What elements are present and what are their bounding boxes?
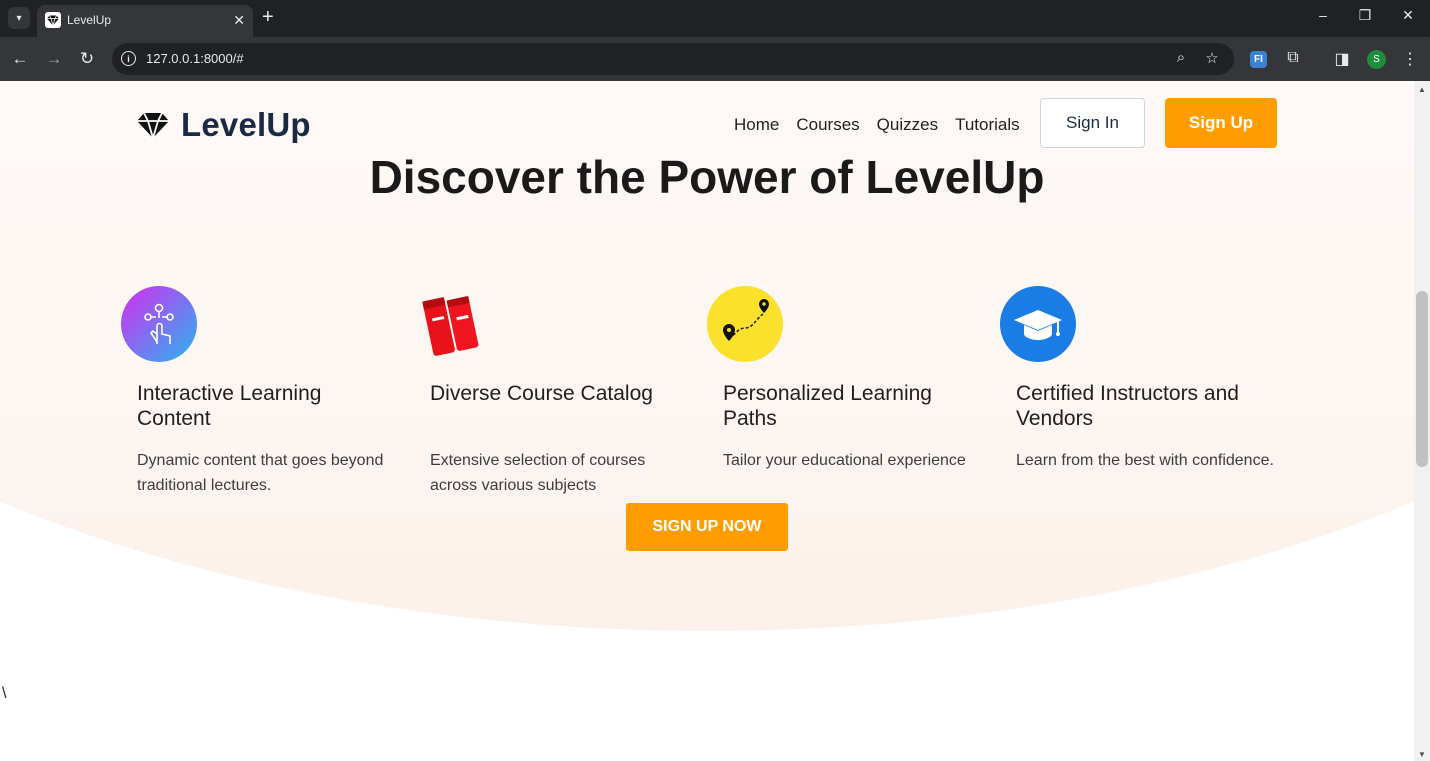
address-bar[interactable]: i 127.0.0.1:8000/# ⌕ ☆: [112, 43, 1234, 75]
nav-home[interactable]: Home: [734, 115, 779, 135]
side-panel-icon[interactable]: ◨: [1332, 49, 1352, 69]
zoom-icon[interactable]: ⌕: [1171, 49, 1191, 66]
bookmark-star-icon[interactable]: ☆: [1202, 49, 1222, 67]
reload-icon[interactable]: ↻: [76, 48, 98, 70]
tab-title: LevelUp: [67, 13, 112, 27]
url-text[interactable]: 127.0.0.1:8000/#: [146, 51, 244, 66]
restore-icon[interactable]: ❐: [1355, 7, 1375, 24]
books-icon: [422, 295, 479, 356]
scroll-down-icon[interactable]: ▼: [1418, 750, 1426, 759]
extensions-puzzle-icon[interactable]: ⧉: [1283, 49, 1303, 67]
feature-title: Personalized Learning Paths: [723, 382, 932, 430]
forward-icon[interactable]: →: [43, 48, 65, 70]
feature-title: Diverse Course Catalog: [430, 382, 653, 405]
nav-courses[interactable]: Courses: [796, 115, 859, 135]
extension-fi-icon[interactable]: FI: [1250, 51, 1267, 68]
feature-description: Dynamic content that goes beyond traditi…: [137, 452, 384, 494]
logo-text: LevelUp: [181, 106, 311, 143]
feature-description: Tailor your educational experience: [723, 452, 966, 469]
interactive-touch-icon: [121, 286, 197, 362]
diamond-favicon-icon: [45, 12, 61, 28]
close-window-icon[interactable]: ✕: [1398, 7, 1418, 24]
scroll-thumb[interactable]: [1416, 291, 1428, 467]
feature-description: Learn from the best with confidence.: [1016, 452, 1274, 469]
tab-search-icon[interactable]: ▾: [8, 7, 30, 29]
close-tab-icon[interactable]: ✕: [233, 11, 245, 29]
profile-avatar[interactable]: S: [1367, 50, 1386, 69]
browser-toolbar: ← → ↻ i 127.0.0.1:8000/# ⌕ ☆ FI ⧉ ◨ S ⋮: [0, 37, 1430, 81]
feature-description: Extensive selection of courses across va…: [430, 452, 646, 494]
sign-in-button[interactable]: Sign In: [1040, 98, 1145, 148]
site-info-icon[interactable]: i: [121, 51, 136, 66]
menu-kebab-icon[interactable]: ⋮: [1400, 49, 1420, 69]
new-tab-icon[interactable]: +: [262, 6, 274, 28]
browser-tab-bar: ▾ LevelUp ✕ + – ❐ ✕: [0, 0, 1430, 37]
sign-up-button[interactable]: Sign Up: [1165, 98, 1277, 148]
hero-title: Discover the Power of LevelUp: [369, 151, 1045, 203]
nav-tutorials[interactable]: Tutorials: [955, 115, 1020, 135]
browser-tab[interactable]: LevelUp ✕: [37, 5, 253, 37]
main-nav: Home Courses Quizzes Tutorials: [734, 115, 1037, 135]
feature-title: Interactive Learning Content: [137, 382, 322, 430]
page-viewport: LevelUp Home Courses Quizzes Tutorials S…: [0, 81, 1414, 761]
minimize-icon[interactable]: –: [1313, 7, 1333, 23]
sign-up-now-button[interactable]: SIGN UP NOW: [626, 503, 788, 551]
stray-text: \: [2, 685, 7, 702]
route-map-pin-icon: [707, 286, 783, 362]
graduation-cap-icon: [1000, 286, 1076, 362]
back-icon[interactable]: ←: [9, 48, 31, 70]
site-logo[interactable]: LevelUp: [137, 106, 311, 144]
page-scrollbar[interactable]: ▲ ▼: [1414, 81, 1430, 761]
diamond-icon: [137, 112, 169, 139]
feature-title: Certified Instructors and Vendors: [1016, 382, 1239, 430]
nav-quizzes[interactable]: Quizzes: [877, 115, 938, 135]
scroll-up-icon[interactable]: ▲: [1418, 85, 1426, 94]
